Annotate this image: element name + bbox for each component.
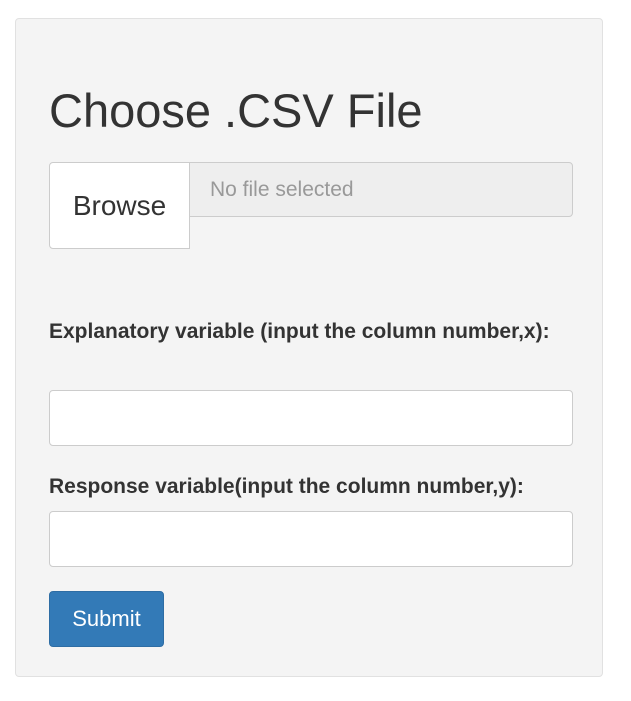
file-input-group: Browse No file selected <box>49 162 573 250</box>
form-panel: Choose .CSV File Browse No file selected… <box>15 18 603 677</box>
page: Choose .CSV File Browse No file selected… <box>0 0 631 701</box>
browse-button[interactable]: Browse <box>49 162 190 249</box>
page-title: Choose .CSV File <box>49 84 423 137</box>
explanatory-variable-input[interactable] <box>49 390 573 446</box>
explanatory-variable-label: Explanatory variable (input the column n… <box>49 320 550 343</box>
response-variable-label: Response variable(input the column numbe… <box>49 475 524 498</box>
response-variable-input[interactable] <box>49 511 573 567</box>
submit-button[interactable]: Submit <box>49 591 164 647</box>
file-name-display[interactable]: No file selected <box>189 162 573 217</box>
